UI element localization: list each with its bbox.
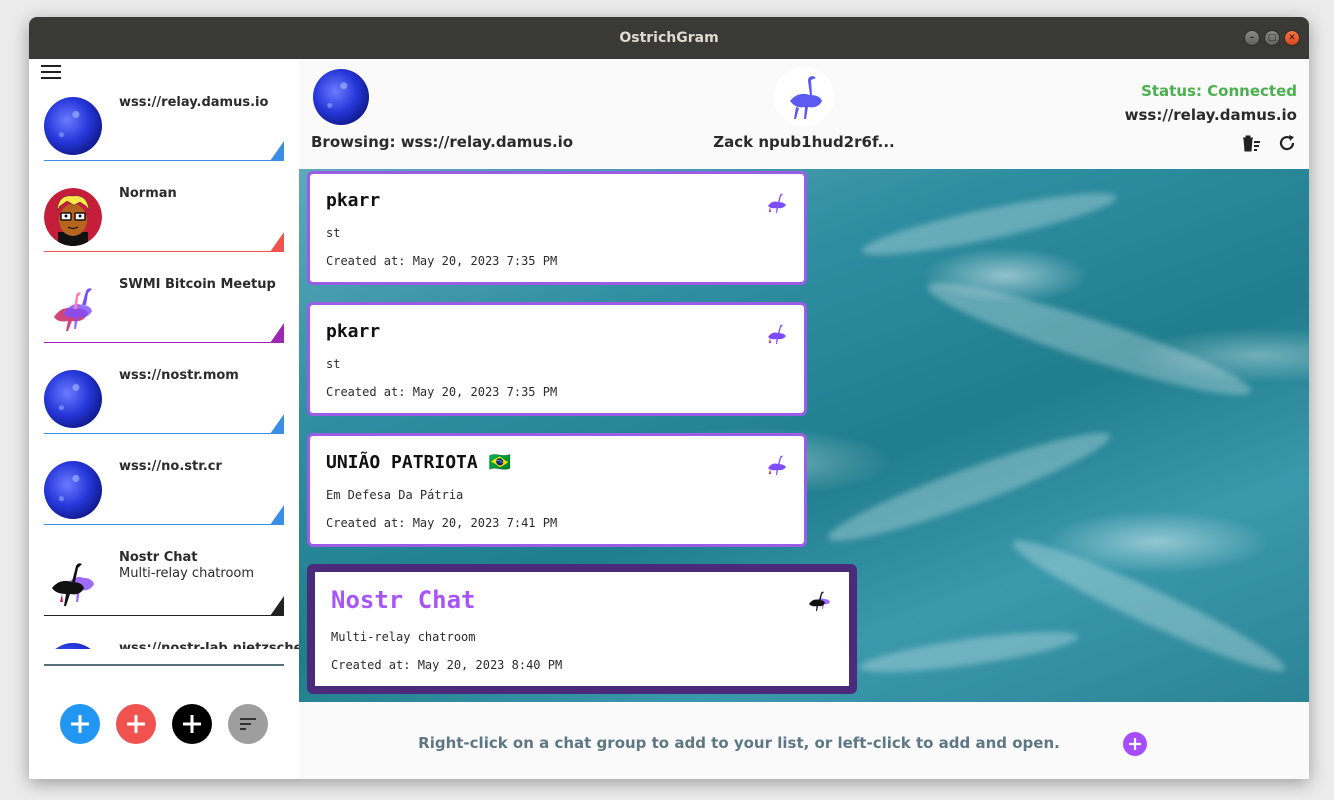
delete-sweep-icon[interactable] (1241, 133, 1261, 153)
add-relay-button[interactable] (60, 704, 100, 744)
user-avatar[interactable] (774, 67, 834, 127)
globe-avatar-icon (44, 370, 102, 428)
card-title: pkarr (326, 321, 381, 342)
item-underline (44, 251, 284, 252)
browsing-label: Browsing: wss://relay.damus.io (311, 133, 574, 151)
ostrich-black-icon (807, 590, 833, 612)
instruction-hint: Right-click on a chat group to add to yo… (418, 734, 1060, 752)
plus-icon (1129, 738, 1141, 750)
sidebar: wss://relay.damus.io Norman SWMI Bitcoin… (29, 59, 299, 779)
maximize-button[interactable]: □ (1264, 30, 1280, 46)
sidebar-item-nostr-mom[interactable]: wss://nostr.mom (44, 366, 284, 434)
sort-icon (240, 718, 256, 730)
sidebar-item-label: Norman (119, 186, 177, 201)
sidebar-divider (44, 664, 284, 666)
refresh-icon[interactable] (1277, 133, 1297, 153)
cartoon-face-avatar-icon (44, 188, 102, 246)
card-created-at: Created at: May 20, 2023 7:35 PM (326, 254, 558, 268)
plus-icon (183, 715, 201, 733)
sort-button[interactable] (228, 704, 268, 744)
title-bar: OstrichGram – □ ✕ (29, 17, 1309, 59)
menu-icon[interactable] (41, 65, 61, 81)
globe-avatar-icon (44, 643, 102, 649)
item-corner-marker (270, 141, 284, 161)
plus-icon (127, 715, 145, 733)
header: Browsing: wss://relay.damus.io Zack npub… (299, 59, 1309, 169)
chat-group-card[interactable]: pkarr st Created at: May 20, 2023 7:35 P… (307, 302, 807, 416)
ostrich-icon (764, 454, 790, 476)
sidebar-item-relay-damus[interactable]: wss://relay.damus.io (44, 93, 284, 161)
item-underline (44, 524, 284, 525)
sidebar-item-label: wss://relay.damus.io (119, 95, 269, 110)
sidebar-item-subtitle: Multi-relay chatroom (119, 566, 255, 581)
ostrich-icon (764, 323, 790, 345)
window-controls: – □ ✕ (1244, 30, 1300, 46)
sidebar-item-nostr-chat[interactable]: Nostr Chat Multi-relay chatroom (44, 548, 284, 616)
card-title: pkarr (326, 190, 381, 211)
card-about: st (326, 226, 341, 240)
item-underline (44, 160, 284, 161)
chat-group-card[interactable]: UNIÃO PATRIOTA 🇧🇷 Em Defesa Da Pátria Cr… (307, 433, 807, 547)
current-relay-label: wss://relay.damus.io (1124, 106, 1297, 124)
chat-list[interactable]: wss://relay.damus.io Norman SWMI Bitcoin… (29, 93, 299, 649)
sidebar-item-label: Nostr Chat (119, 550, 198, 565)
chat-group-feed[interactable]: pkarr st Created at: May 20, 2023 7:35 P… (299, 169, 1309, 702)
ostrich-colorful-avatar-icon (44, 279, 102, 337)
item-underline (44, 433, 284, 434)
card-created-at: Created at: May 20, 2023 7:35 PM (326, 385, 558, 399)
sidebar-item-label: wss://nostr.mom (119, 368, 239, 383)
user-name-label: Zack npub1hud2r6f... (713, 133, 895, 151)
add-group-button[interactable] (172, 704, 212, 744)
globe-avatar-icon (44, 461, 102, 519)
header-actions (1241, 133, 1297, 153)
relay-globe-icon (313, 69, 369, 125)
card-about: st (326, 357, 341, 371)
chat-group-card[interactable]: pkarr st Created at: May 20, 2023 7:35 P… (307, 171, 807, 285)
ostrich-icon (790, 76, 822, 119)
card-about: Em Defesa Da Pátria (326, 488, 464, 502)
card-created-at: Created at: May 20, 2023 7:41 PM (326, 516, 558, 530)
add-contact-button[interactable] (116, 704, 156, 744)
item-corner-marker (270, 505, 284, 525)
ostrich-icon (764, 192, 790, 214)
plus-icon (71, 715, 89, 733)
item-corner-marker (270, 232, 284, 252)
globe-avatar-icon (44, 97, 102, 155)
app-window: OstrichGram – □ ✕ wss://relay.damus.io N… (29, 17, 1309, 779)
connection-status: Status: Connected (1141, 82, 1297, 100)
sidebar-item-swmi[interactable]: SWMI Bitcoin Meetup (44, 275, 284, 343)
add-chat-button[interactable] (1123, 732, 1147, 756)
item-corner-marker (270, 596, 284, 616)
card-title: Nostr Chat (331, 586, 476, 614)
sidebar-item-norman[interactable]: Norman (44, 184, 284, 252)
close-button[interactable]: ✕ (1284, 30, 1300, 46)
ostrich-black-avatar-icon (44, 552, 102, 610)
item-underline (44, 342, 284, 343)
sidebar-item-label: wss://no.str.cr (119, 459, 222, 474)
sidebar-item-label: wss://nostr-lab.nietzsche... (119, 641, 299, 649)
sidebar-item-label: SWMI Bitcoin Meetup (119, 277, 276, 292)
item-corner-marker (270, 323, 284, 343)
item-underline (44, 615, 284, 616)
sidebar-item-partial[interactable]: wss://nostr-lab.nietzsche... (44, 639, 299, 649)
sidebar-item-no-str-cr[interactable]: wss://no.str.cr (44, 457, 284, 525)
window-title: OstrichGram (619, 30, 719, 46)
card-title: UNIÃO PATRIOTA 🇧🇷 (326, 452, 511, 473)
footer: Right-click on a chat group to add to yo… (299, 702, 1309, 779)
item-corner-marker (270, 414, 284, 434)
minimize-button[interactable]: – (1244, 30, 1260, 46)
chat-group-card-selected[interactable]: Nostr Chat Multi-relay chatroom Created … (307, 564, 857, 694)
card-created-at: Created at: May 20, 2023 8:40 PM (331, 658, 563, 672)
card-about: Multi-relay chatroom (331, 630, 476, 644)
